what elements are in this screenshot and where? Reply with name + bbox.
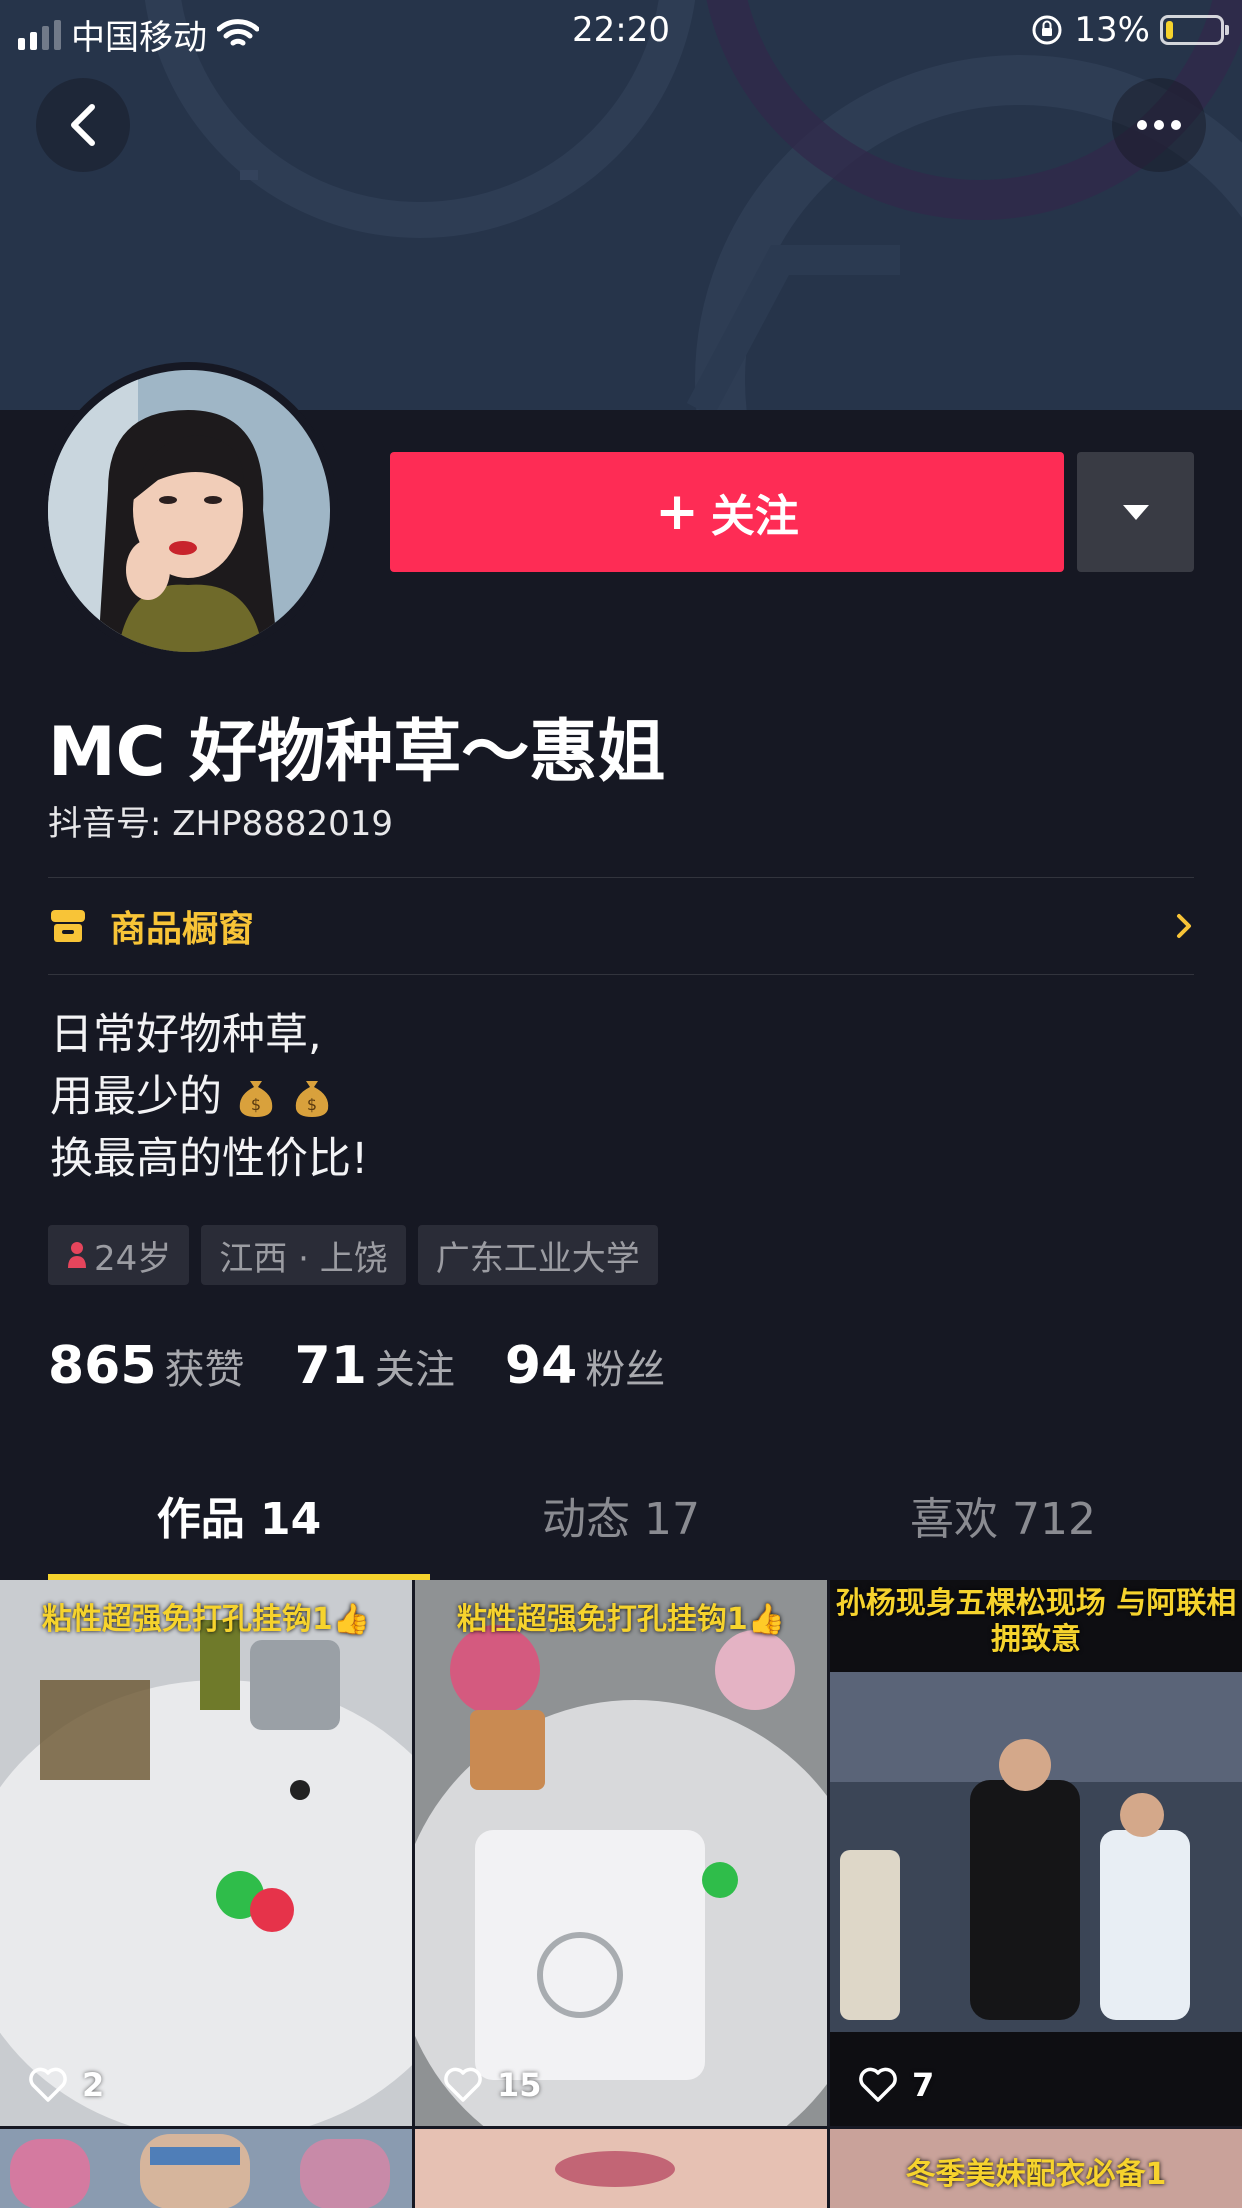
following-stat[interactable]: 71 关注 xyxy=(295,1336,455,1396)
video-thumbnail[interactable]: 粘性超强免打孔挂钩1👍 15 xyxy=(415,1580,827,2126)
more-dots-icon xyxy=(1137,120,1181,130)
svg-text:$: $ xyxy=(251,1095,261,1114)
followers-label: 粉丝 xyxy=(585,1347,666,1393)
bio: 日常好物种草, 用最少的 $ $ 换最高的性价比! xyxy=(50,1004,368,1190)
chevron-right-icon xyxy=(1177,914,1191,938)
video-title: 粘性超强免打孔挂钩1👍 xyxy=(41,1602,371,1637)
video-thumbnail[interactable]: 孙杨现身五棵松现场 与阿联相拥致意 7 xyxy=(830,1580,1242,2126)
douyin-id: 抖音号: ZHP8882019 xyxy=(48,804,394,844)
divider xyxy=(48,974,1194,975)
tab-likes[interactable]: 喜欢 712 xyxy=(812,1480,1194,1580)
recommend-dropdown-button[interactable] xyxy=(1077,452,1194,572)
video-thumbnail[interactable]: 冬季美妹配衣必备1 xyxy=(830,2129,1242,2208)
dropdown-triangle-icon xyxy=(1122,504,1149,520)
money-bag-icon: $ xyxy=(295,1081,328,1117)
bio-line: 换最高的性价比! xyxy=(50,1134,369,1184)
video-likes: 15 xyxy=(443,2066,542,2104)
age-tag-label: 24岁 xyxy=(94,1238,172,1279)
video-title: 孙杨现身五棵松现场 与阿联相拥致意 xyxy=(835,1586,1237,1657)
video-likes-count: 7 xyxy=(912,2066,935,2104)
likes-stat: 865 获赞 xyxy=(48,1336,245,1396)
video-title: 粘性超强免打孔挂钩1👍 xyxy=(456,1602,786,1637)
video-title: 冬季美妹配衣必备1 xyxy=(905,2157,1167,2192)
shop-window-icon xyxy=(51,910,85,942)
tab-dynamics[interactable]: 动态 17 xyxy=(430,1480,812,1580)
school-tag: 广东工业大学 xyxy=(417,1225,658,1285)
video-thumbnail[interactable] xyxy=(415,2129,827,2208)
more-options-button[interactable] xyxy=(1112,78,1206,172)
video-likes-count: 15 xyxy=(497,2066,542,2104)
follow-button[interactable]: + 关注 xyxy=(390,452,1064,572)
svg-text:$: $ xyxy=(307,1095,317,1114)
tab-works[interactable]: 作品 14 xyxy=(48,1480,430,1580)
heart-outline-icon xyxy=(444,2067,482,2102)
profile-tags: 24岁 江西 · 上饶 广东工业大学 xyxy=(48,1225,658,1285)
avatar[interactable] xyxy=(40,362,338,660)
heart-outline-icon xyxy=(29,2067,67,2102)
age-tag: 24岁 xyxy=(48,1225,190,1285)
likes-count: 865 xyxy=(48,1336,157,1396)
followers-count: 94 xyxy=(504,1336,578,1396)
money-bag-icon: $ xyxy=(239,1081,272,1117)
following-count: 71 xyxy=(294,1336,367,1396)
following-label: 关注 xyxy=(374,1347,455,1393)
follow-label: 关注 xyxy=(710,491,799,542)
video-grid: 粘性超强免打孔挂钩1👍 2 粘性超强免打孔挂钩1👍 15 孙杨现身五棵松现场 与… xyxy=(0,1580,1242,2208)
back-button[interactable] xyxy=(36,78,130,172)
shop-window-label: 商品橱窗 xyxy=(110,909,255,950)
followers-stat[interactable]: 94 粉丝 xyxy=(505,1336,665,1396)
likes-label: 获赞 xyxy=(164,1347,245,1393)
battery-icon xyxy=(1160,15,1229,45)
bio-line-text: 用最少的 xyxy=(50,1072,222,1122)
video-thumbnail[interactable]: 粘性超强免打孔挂钩1👍 2 xyxy=(0,1580,412,2126)
heart-outline-icon xyxy=(859,2067,897,2102)
video-likes: 7 xyxy=(858,2066,934,2104)
video-thumbnail[interactable] xyxy=(0,2129,412,2208)
profile-stats: 865 获赞 71 关注 94 粉丝 xyxy=(48,1336,715,1396)
back-arrow-icon xyxy=(71,104,95,146)
status-bar: 中国移动 22:20 13% xyxy=(0,0,1242,60)
profile-banner xyxy=(0,0,1242,410)
profile-nickname: MC 好物种草～惠姐 xyxy=(48,713,666,792)
rotation-lock-icon xyxy=(1032,15,1062,45)
plus-icon: + xyxy=(655,482,699,542)
bio-line: 用最少的 $ $ xyxy=(50,1066,368,1128)
battery-percent: 13% xyxy=(1074,10,1150,50)
female-person-icon xyxy=(68,1242,86,1268)
content-tabs: 作品 14 动态 17 喜欢 712 xyxy=(48,1480,1194,1580)
video-likes-count: 2 xyxy=(82,2066,105,2104)
video-likes: 2 xyxy=(28,2066,104,2104)
bio-line: 日常好物种草, xyxy=(50,1010,322,1060)
location-tag: 江西 · 上饶 xyxy=(201,1225,406,1285)
shop-window-row[interactable]: 商品橱窗 xyxy=(48,878,1194,974)
